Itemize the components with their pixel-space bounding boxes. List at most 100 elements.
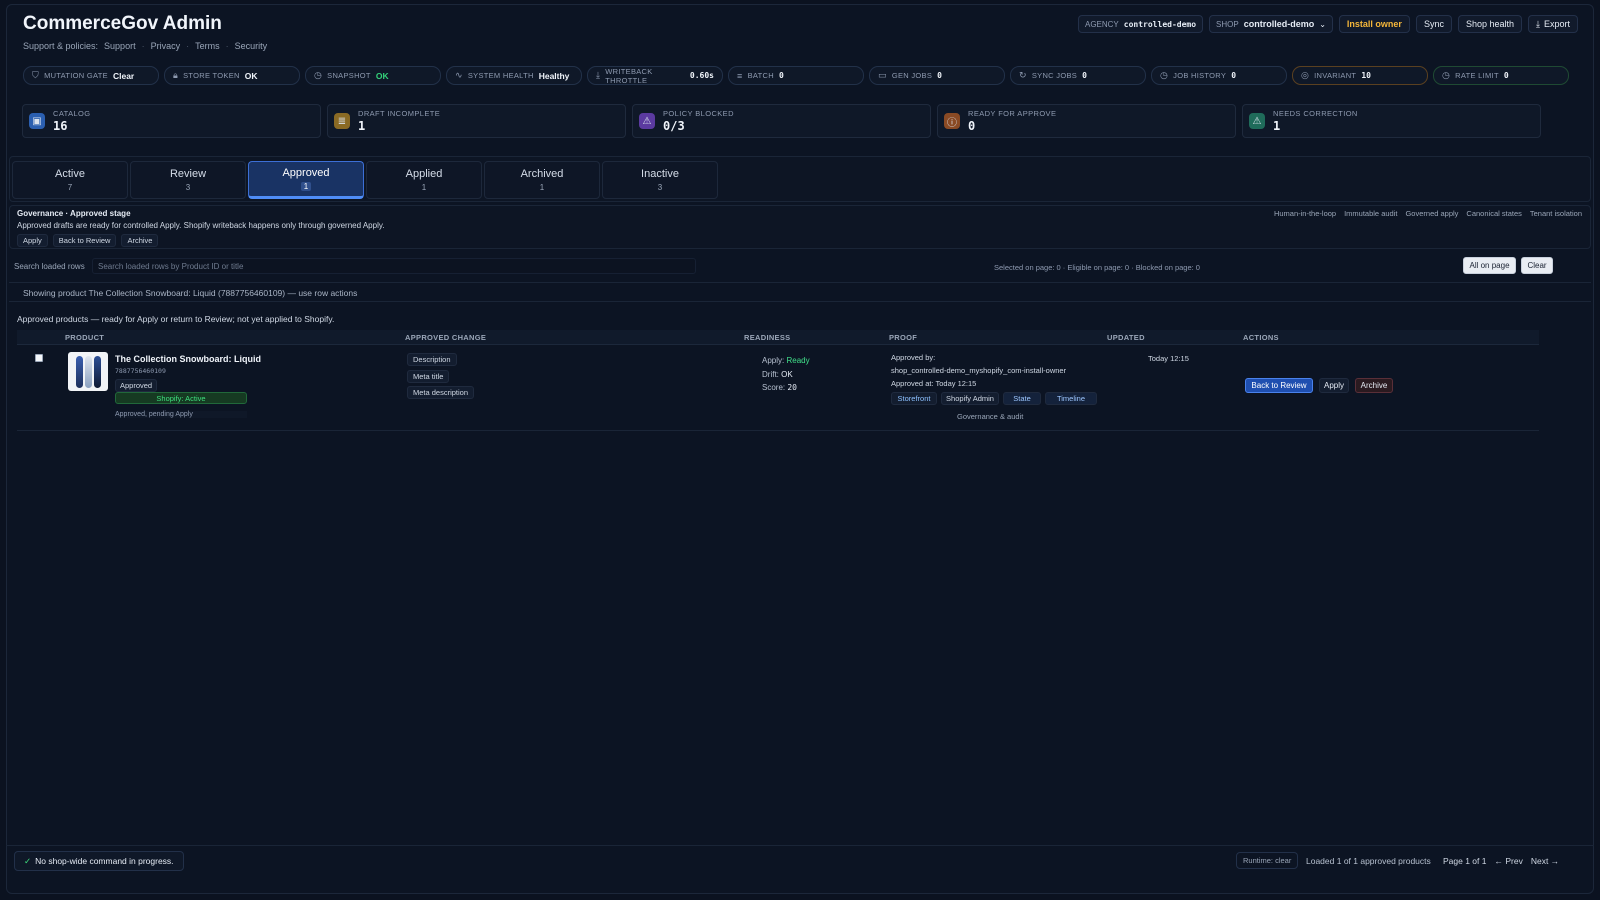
status-chip-sync-jobs[interactable]: ↻ SYNC JOBS 0 [1010, 66, 1146, 85]
tab-count: 3 [185, 183, 191, 192]
tab-label: Review [169, 168, 207, 180]
install-owner-button[interactable]: Install owner [1338, 15, 1410, 33]
storefront-link[interactable]: Storefront [891, 392, 937, 405]
timeline-link[interactable]: Timeline [1045, 392, 1097, 405]
status-chip-writeback-throttle[interactable]: ⤓ WRITEBACK THROTTLE 0.60s [587, 66, 723, 85]
status-chip-gen-jobs[interactable]: ▭ GEN JOBS 0 [869, 66, 1005, 85]
metric-card-catalog[interactable]: ▣ CATALOG 16 [22, 104, 321, 138]
security-link[interactable]: Security [235, 41, 268, 51]
lock-icon: 🔒︎ [173, 70, 179, 80]
stage-tabs: Active 7 Review 3 Approved 1 Applied 1 Archived 1… [12, 161, 718, 199]
product-name[interactable]: The Collection Snowboard: Liquid [115, 354, 261, 364]
state-link[interactable]: State [1003, 392, 1041, 405]
gov-apply-button[interactable]: Apply [17, 234, 48, 247]
metric-cards: ▣ CATALOG 16 ≣ DRAFT INCOMPLETE 1 ⚠︎ POLICY BLO… [22, 104, 1541, 138]
status-chip-job-history[interactable]: ◷ JOB HISTORY 0 [1151, 66, 1287, 85]
tag-human-in-the-loop: Human-in-the-loop [1273, 209, 1337, 218]
sync-button[interactable]: Sync [1415, 15, 1452, 33]
status-chip-batch[interactable]: ≡ BATCH 0 [728, 66, 864, 85]
tab-inactive[interactable]: Inactive 3 [602, 161, 718, 199]
apply-button[interactable]: Apply [1319, 378, 1349, 393]
metric-card-policy-blocked[interactable]: ⚠︎ POLICY BLOCKED 0/3 [632, 104, 931, 138]
next-page-button[interactable]: Next → [1531, 856, 1559, 866]
status-value: 0 [937, 71, 942, 80]
app-title: CommerceGov Admin [23, 13, 222, 34]
tab-applied[interactable]: Applied 1 [366, 161, 482, 199]
download-icon: ⤓ [1536, 18, 1540, 29]
change-meta-description: Meta description [407, 386, 475, 399]
gov-archive-button[interactable]: Archive [121, 234, 159, 247]
search-input[interactable] [92, 258, 696, 274]
alert-circle-icon: ⓘ [944, 113, 960, 129]
agency-selector[interactable]: AGENCY controlled-demo [1077, 15, 1204, 33]
prev-page-button[interactable]: ← Prev [1494, 856, 1522, 866]
status-chip-system-health[interactable]: ∿ SYSTEM HEALTH Healthy [446, 66, 582, 85]
shop-selector[interactable]: SHOP controlled-demo ⌄ [1209, 15, 1333, 33]
tab-approved[interactable]: Approved 1 [248, 161, 364, 199]
status-chips: ⛉ MUTATION GATE Clear 🔒︎ STORE TOKEN OK ◷ SNAPS… [23, 66, 1569, 85]
governance-audit-link[interactable]: Governance & audit [957, 412, 1023, 421]
tab-active[interactable]: Active 7 [12, 161, 128, 199]
chevron-down-icon: ⌄ [1319, 19, 1326, 29]
col-actions: ACTIONS [1243, 333, 1279, 342]
metric-card-draft-incomplete[interactable]: ≣ DRAFT INCOMPLETE 1 [327, 104, 626, 138]
status-value: 0 [778, 71, 784, 80]
tab-count: 1 [421, 183, 427, 192]
doc-icon: ≣ [334, 113, 350, 129]
terms-link[interactable]: Terms [195, 41, 220, 51]
shop-health-button[interactable]: Shop health [1457, 15, 1522, 33]
status-chip-snapshot[interactable]: ◷ SNAPSHOT OK [305, 66, 441, 85]
status-chip-store-token[interactable]: 🔒︎ STORE TOKEN OK [164, 66, 300, 85]
governance-actions: Apply Back to Review Archive [17, 234, 159, 247]
status-chip-rate-limit[interactable]: ◷ RATE LIMIT 0 [1433, 66, 1569, 85]
tab-review[interactable]: Review 3 [130, 161, 246, 199]
back-to-review-button[interactable]: Back to Review [1245, 378, 1313, 393]
metric-card-ready-for-approve[interactable]: ⓘ READY FOR APPROVE 0 [937, 104, 1236, 138]
metric-card-needs-correction[interactable]: ⚠︎ NEEDS CORRECTION 1 [1242, 104, 1541, 138]
table-row: The Collection Snowboard: Liquid 7887756… [17, 346, 1539, 431]
col-product: PRODUCT [65, 333, 105, 342]
archive-button[interactable]: Archive [1355, 378, 1393, 393]
pagination: Page 1 of 1 ← Prev Next → [1443, 856, 1559, 866]
row-checkbox[interactable] [35, 354, 43, 362]
governance-description: Approved drafts are ready for controlled… [17, 221, 385, 230]
clock-icon: ◷ [1160, 70, 1169, 80]
support-link[interactable]: Support [104, 41, 136, 51]
approved-note: Approved products — ready for Apply or r… [17, 314, 335, 324]
privacy-link[interactable]: Privacy [151, 41, 181, 51]
status-value: 0 [1082, 71, 1087, 80]
status-badge: Approved [115, 379, 158, 392]
status-chip-invariant[interactable]: ◎ INVARIANT 10 [1292, 66, 1428, 85]
all-on-page-button[interactable]: All on page [1463, 257, 1516, 274]
check-circle-icon: ◎ [1301, 70, 1310, 80]
export-button[interactable]: ⤓ Export [1528, 15, 1578, 33]
metric-label: CATALOG [53, 109, 91, 118]
status-value: 0 [1231, 71, 1237, 80]
change-description: Description [407, 353, 457, 366]
product-id: 7887756460109 [115, 367, 166, 375]
support-links: Support & policies: Support · Privacy · … [23, 41, 268, 51]
warning-icon: ⚠︎ [1249, 113, 1265, 129]
clear-button[interactable]: Clear [1521, 257, 1553, 274]
status-chip-mutation-gate[interactable]: ⛉ MUTATION GATE Clear [23, 66, 159, 85]
status-value: 0.60s [689, 71, 714, 80]
tab-count: 7 [67, 183, 73, 192]
shopify-admin-link[interactable]: Shopify Admin [941, 392, 999, 405]
governance-title: Governance · Approved stage [17, 209, 131, 218]
clock-icon: ◷ [1442, 70, 1451, 80]
tab-archived[interactable]: Archived 1 [484, 161, 600, 199]
status-value: Clear [112, 70, 135, 81]
tag-canonical-states: Canonical states [1466, 209, 1522, 218]
tab-label: Active [55, 168, 85, 180]
tab-count: 3 [657, 183, 663, 192]
warning-icon: ⚠︎ [639, 113, 655, 129]
support-label: Support & policies: [23, 41, 99, 51]
status-value: 0 [1503, 71, 1509, 80]
metric-value: 1 [358, 119, 366, 133]
showing-bar: Showing product The Collection Snowboard… [9, 282, 1591, 302]
shield-icon: ⛉ [32, 70, 40, 80]
updated-time: Today 12:15 [1148, 354, 1189, 363]
pulse-icon: ∿ [455, 70, 463, 80]
gov-back-to-review-button[interactable]: Back to Review [52, 234, 117, 247]
download-icon: ⤓ [596, 70, 601, 80]
